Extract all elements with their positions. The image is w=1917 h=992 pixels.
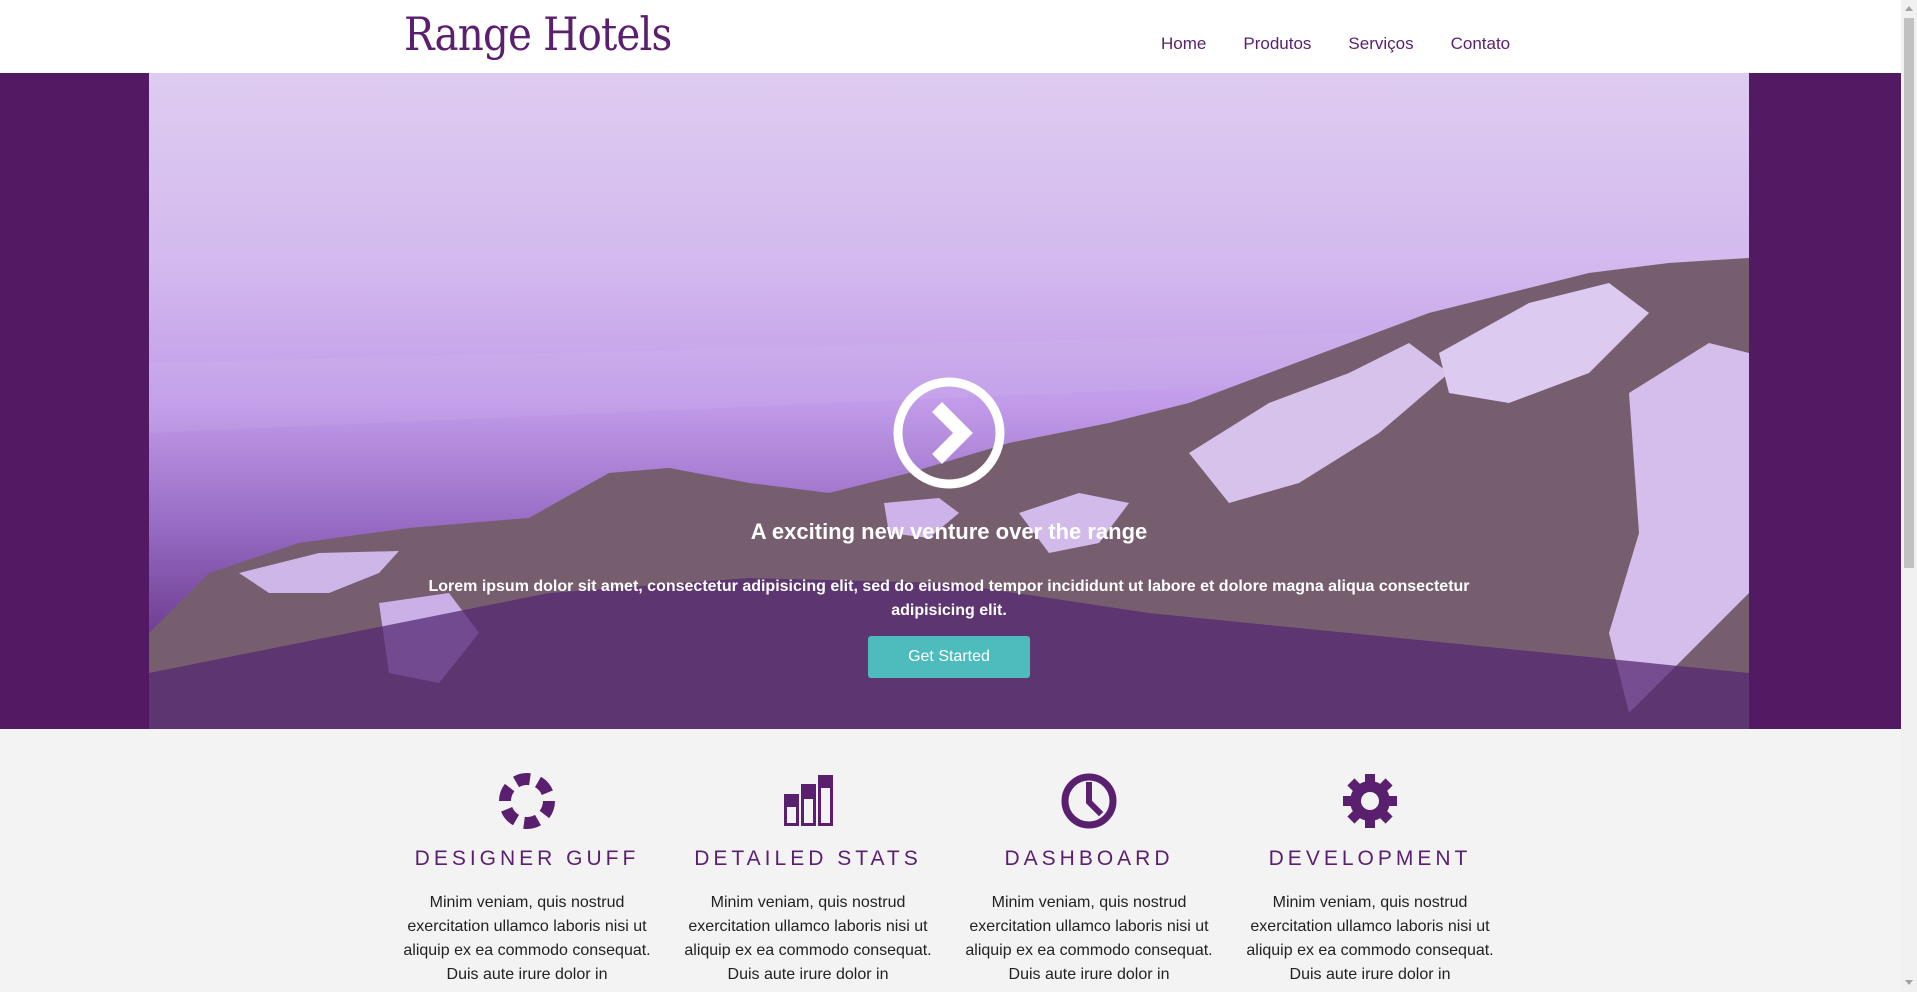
get-started-button[interactable]: Get Started — [868, 636, 1030, 678]
hero-content: A exciting new venture over the range Lo… — [149, 73, 1749, 729]
nav-produtos[interactable]: Produtos — [1243, 33, 1311, 55]
bar-chart-icon — [784, 775, 833, 826]
feature-text: Minim veniam, quis nostrud exercitation … — [403, 894, 651, 983]
feature-text: Minim veniam, quis nostrud exercitation … — [965, 894, 1213, 983]
feature-text: Minim veniam, quis nostrud exercitation … — [1246, 894, 1494, 983]
nav-contato[interactable]: Contato — [1451, 33, 1511, 55]
feature-title: DESIGNER GUFF — [414, 847, 640, 870]
nav-servicos[interactable]: Serviços — [1348, 33, 1413, 55]
feature-title: DEVELOPMENT — [1268, 847, 1472, 870]
scroll-down-arrow-icon[interactable] — [1905, 980, 1913, 985]
circle-notch-icon — [499, 773, 555, 829]
nav-home[interactable]: Home — [1161, 33, 1206, 55]
feature-title: DASHBOARD — [1004, 847, 1174, 870]
hero-title: A exciting new venture over the range — [750, 519, 1148, 544]
feature-title: DETAILED STATS — [694, 847, 922, 870]
scroll-up-arrow-icon[interactable] — [1905, 6, 1913, 11]
gear-icon — [1343, 774, 1397, 828]
clock-icon — [1061, 773, 1117, 829]
hero-text: Lorem ipsum dolor sit amet, consectetur … — [428, 578, 1470, 619]
feature-text: Minim veniam, quis nostrud exercitation … — [684, 894, 932, 983]
hero: A exciting new venture over the range Lo… — [149, 73, 1749, 729]
scrollbar-thumb[interactable] — [1904, 18, 1914, 568]
features-section: DESIGNER GUFF Minim veniam, quis nostrud… — [0, 729, 1901, 992]
page-scrollbar[interactable] — [1901, 0, 1917, 992]
play-circle-icon[interactable] — [893, 377, 1005, 489]
site-header: Range Hotels Home Produtos Serviços Cont… — [0, 0, 1901, 73]
main-nav: Home Produtos Serviços Contato — [1161, 33, 1510, 55]
logo[interactable]: Range Hotels — [404, 4, 672, 64]
